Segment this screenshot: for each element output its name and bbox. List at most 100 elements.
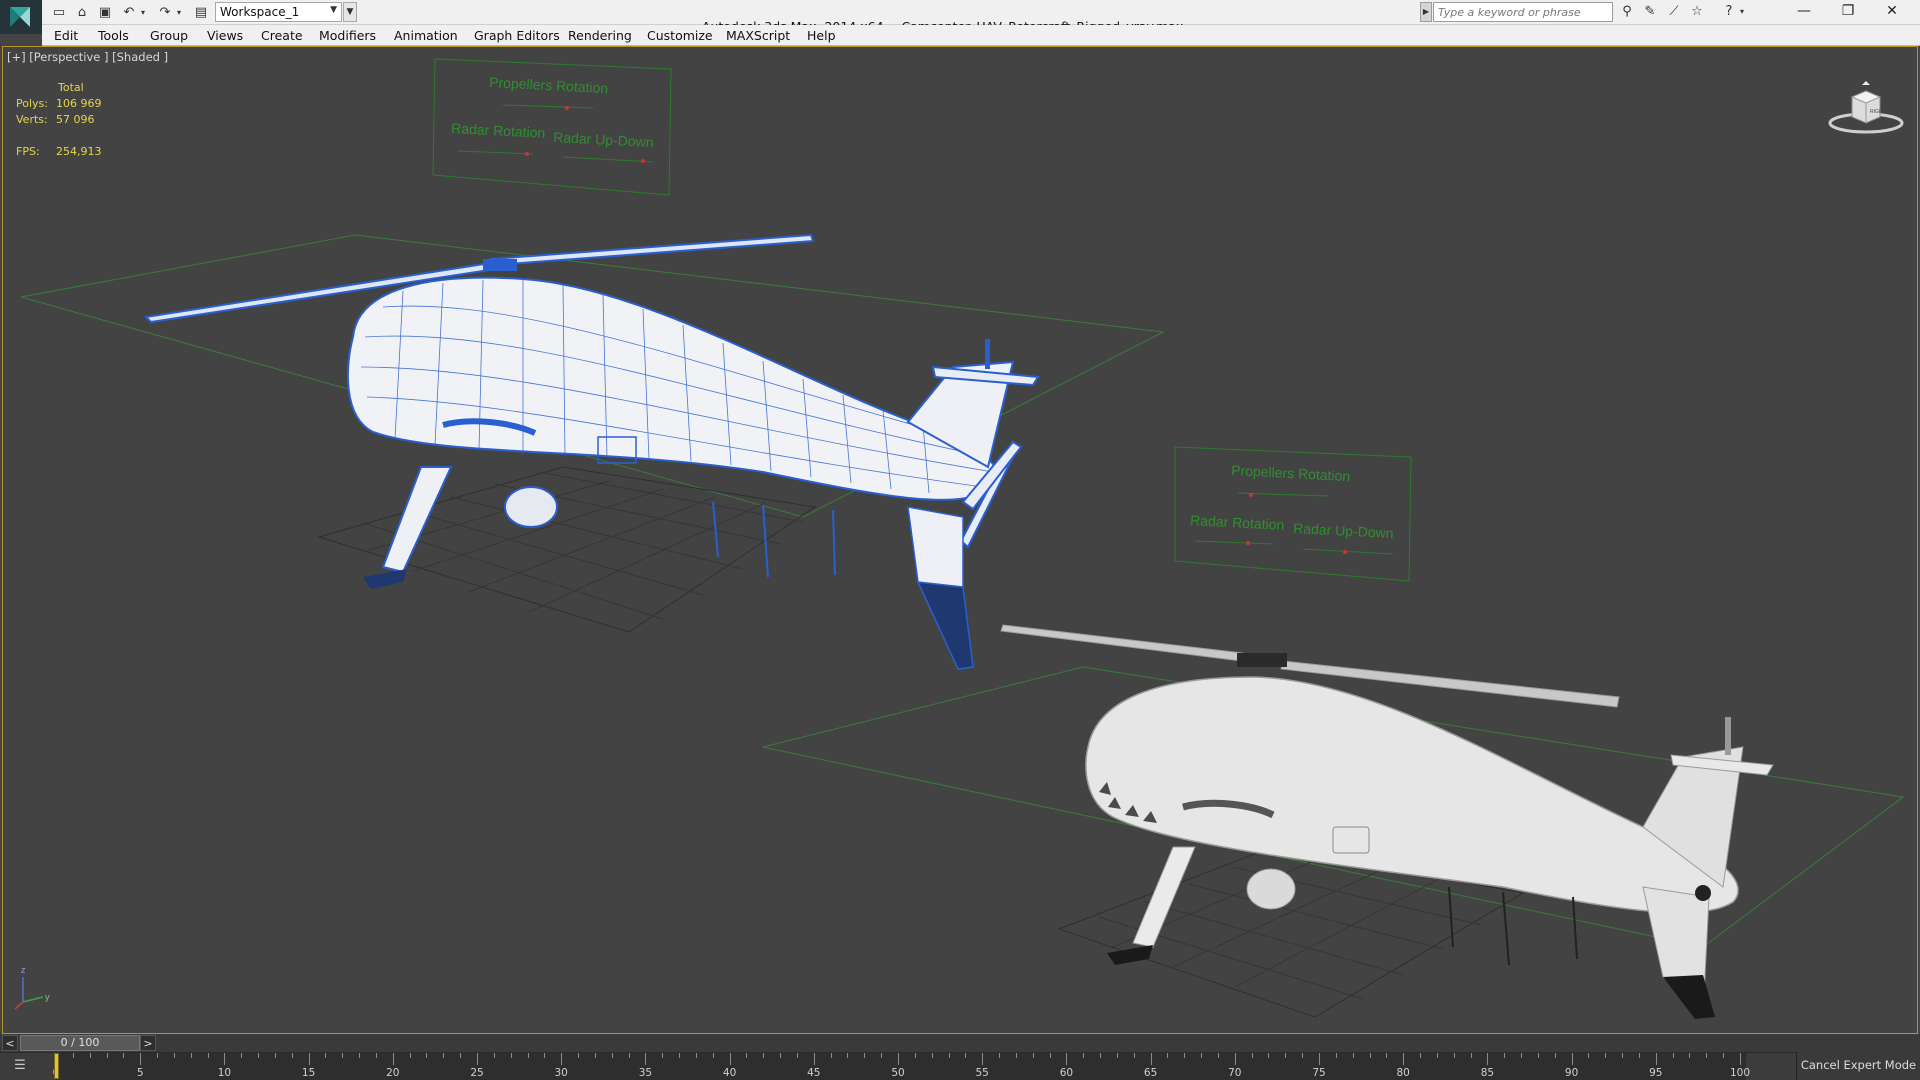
- ruler-tick: [1352, 1053, 1354, 1058]
- menu-edit[interactable]: Edit: [54, 28, 78, 43]
- ruler-tick: [578, 1053, 580, 1058]
- ruler-tick-label: 70: [1228, 1067, 1242, 1079]
- subscription-icon[interactable]: ✎: [1640, 3, 1660, 21]
- binoculars-icon[interactable]: ⚲: [1617, 3, 1637, 21]
- mini-curve-editor-icon[interactable]: ☰: [6, 1058, 34, 1076]
- ruler-tick: [106, 1053, 108, 1058]
- ruler-tick: [1100, 1053, 1102, 1058]
- ruler-tick: [342, 1053, 344, 1058]
- ruler-tick: [1622, 1053, 1624, 1058]
- menu-rendering[interactable]: Rendering: [568, 28, 632, 43]
- menu-animation[interactable]: Animation: [394, 28, 458, 43]
- ruler-tick: [1453, 1053, 1455, 1058]
- favorites-star-icon[interactable]: ☆: [1687, 3, 1707, 21]
- ruler-tick: [1689, 1053, 1691, 1058]
- ruler-tick: [258, 1053, 260, 1058]
- ruler-tick: [72, 1053, 74, 1058]
- ruler-tick: [1723, 1053, 1725, 1058]
- app-menu-button[interactable]: [0, 0, 42, 34]
- ruler-tick: [241, 1053, 243, 1058]
- ruler-tick-label: 20: [386, 1067, 400, 1079]
- workspace-menu-button[interactable]: ▼: [343, 2, 357, 22]
- ruler-tick-label: 95: [1649, 1067, 1663, 1079]
- ruler-tick: [645, 1053, 647, 1065]
- scene-canvas: Propellers Rotation Radar Rotation Radar…: [14, 58, 1905, 1019]
- help-icon[interactable]: ?: [1719, 3, 1739, 21]
- menu-create[interactable]: Create: [261, 28, 303, 43]
- control-propellers-label: Propellers Rotation: [489, 74, 609, 96]
- ruler-tick: [594, 1053, 596, 1058]
- ruler-tick: [1201, 1053, 1203, 1058]
- ruler-tick: [1066, 1053, 1068, 1065]
- workspace-select[interactable]: Workspace_1 ▼: [215, 2, 342, 22]
- menu-modifiers[interactable]: Modifiers: [319, 28, 376, 43]
- ruler-tick: [611, 1053, 613, 1058]
- ruler-tick: [780, 1053, 782, 1058]
- time-slider-thumb[interactable]: 0 / 100: [20, 1035, 140, 1051]
- minimize-button[interactable]: —: [1782, 0, 1826, 24]
- ruler-tick: [1015, 1053, 1017, 1058]
- ruler-tick: [1588, 1053, 1590, 1058]
- svg-text:y: y: [45, 992, 50, 1002]
- menu-customize[interactable]: Customize: [647, 28, 713, 43]
- perspective-viewport[interactable]: [+] [Perspective ] [Shaded ] Total Polys…: [2, 46, 1918, 1034]
- menu-group[interactable]: Group: [150, 28, 188, 43]
- previous-frame-button[interactable]: <: [2, 1035, 18, 1051]
- undo-icon[interactable]: ↶: [120, 3, 138, 21]
- search-input[interactable]: Type a keyword or phrase: [1433, 2, 1613, 22]
- redo-dropdown-icon[interactable]: ▾: [174, 3, 184, 21]
- ruler-tick: [443, 1053, 445, 1058]
- save-file-icon[interactable]: ▣: [96, 3, 114, 21]
- ruler-tick: [1470, 1053, 1472, 1058]
- search-expand-button[interactable]: ▶: [1420, 2, 1432, 22]
- ruler-tick: [1655, 1053, 1657, 1065]
- ruler-tick: [477, 1053, 478, 1065]
- ruler-tick: [1386, 1053, 1388, 1058]
- ruler-tick: [140, 1053, 142, 1065]
- close-button[interactable]: ✕: [1870, 0, 1914, 24]
- ruler-tick: [1537, 1053, 1539, 1058]
- ruler-tick: [1706, 1053, 1708, 1058]
- ruler-tick: [1150, 1053, 1152, 1065]
- help-dropdown-icon[interactable]: ▾: [1737, 3, 1747, 21]
- ruler-tick-label: 75: [1312, 1067, 1326, 1079]
- ruler-tick: [207, 1053, 209, 1058]
- ruler-tick: [813, 1053, 815, 1065]
- rig-control-panel-left[interactable]: Propellers Rotation Radar Rotation Radar…: [432, 58, 672, 196]
- wireframe-helicopter[interactable]: [143, 233, 1040, 670]
- project-folder-icon[interactable]: ▤: [192, 3, 210, 21]
- trackbar[interactable]: ☰ 05101520253035404550556065707580859095…: [0, 1052, 1920, 1080]
- ruler-tick: [561, 1053, 563, 1065]
- ruler-tick: [544, 1053, 546, 1058]
- next-frame-button[interactable]: >: [140, 1035, 156, 1051]
- ruler-tick: [224, 1053, 226, 1065]
- ruler-tick: [157, 1053, 159, 1058]
- menu-tools[interactable]: Tools: [98, 28, 129, 43]
- redo-icon[interactable]: ↷: [156, 3, 174, 21]
- current-frame-marker[interactable]: [54, 1053, 59, 1079]
- communication-center-icon[interactable]: ⟋: [1664, 3, 1684, 21]
- time-slider[interactable]: < 0 / 100 >: [0, 1034, 1920, 1052]
- ruler-tick: [359, 1053, 361, 1058]
- restore-button[interactable]: ❐: [1826, 0, 1870, 24]
- ruler-tick: [89, 1053, 91, 1058]
- frame-ruler[interactable]: 0510152025303540455055606570758085909510…: [53, 1053, 1750, 1080]
- ruler-tick-label: 40: [722, 1067, 737, 1079]
- ruler-tick: [1032, 1053, 1034, 1058]
- ruler-tick: [1268, 1053, 1270, 1058]
- new-file-icon[interactable]: ▭: [50, 3, 68, 21]
- ruler-tick-label: 65: [1143, 1067, 1158, 1079]
- svg-text:z: z: [21, 965, 26, 975]
- menu-help[interactable]: Help: [807, 28, 836, 43]
- ruler-tick: [325, 1053, 327, 1058]
- undo-dropdown-icon[interactable]: ▾: [138, 3, 148, 21]
- ruler-tick: [409, 1053, 411, 1058]
- rig-control-panel-right[interactable]: Propellers Rotation Radar Rotation Radar…: [1174, 446, 1412, 582]
- ruler-tick: [527, 1053, 529, 1058]
- open-file-icon[interactable]: ⌂: [73, 3, 91, 21]
- cancel-expert-mode-button[interactable]: Cancel Expert Mode: [1796, 1052, 1920, 1080]
- menu-graph-editors[interactable]: Graph Editors: [474, 28, 560, 43]
- ruler-tick: [1184, 1053, 1186, 1058]
- menu-maxscript[interactable]: MAXScript: [726, 28, 790, 43]
- menu-views[interactable]: Views: [207, 28, 243, 43]
